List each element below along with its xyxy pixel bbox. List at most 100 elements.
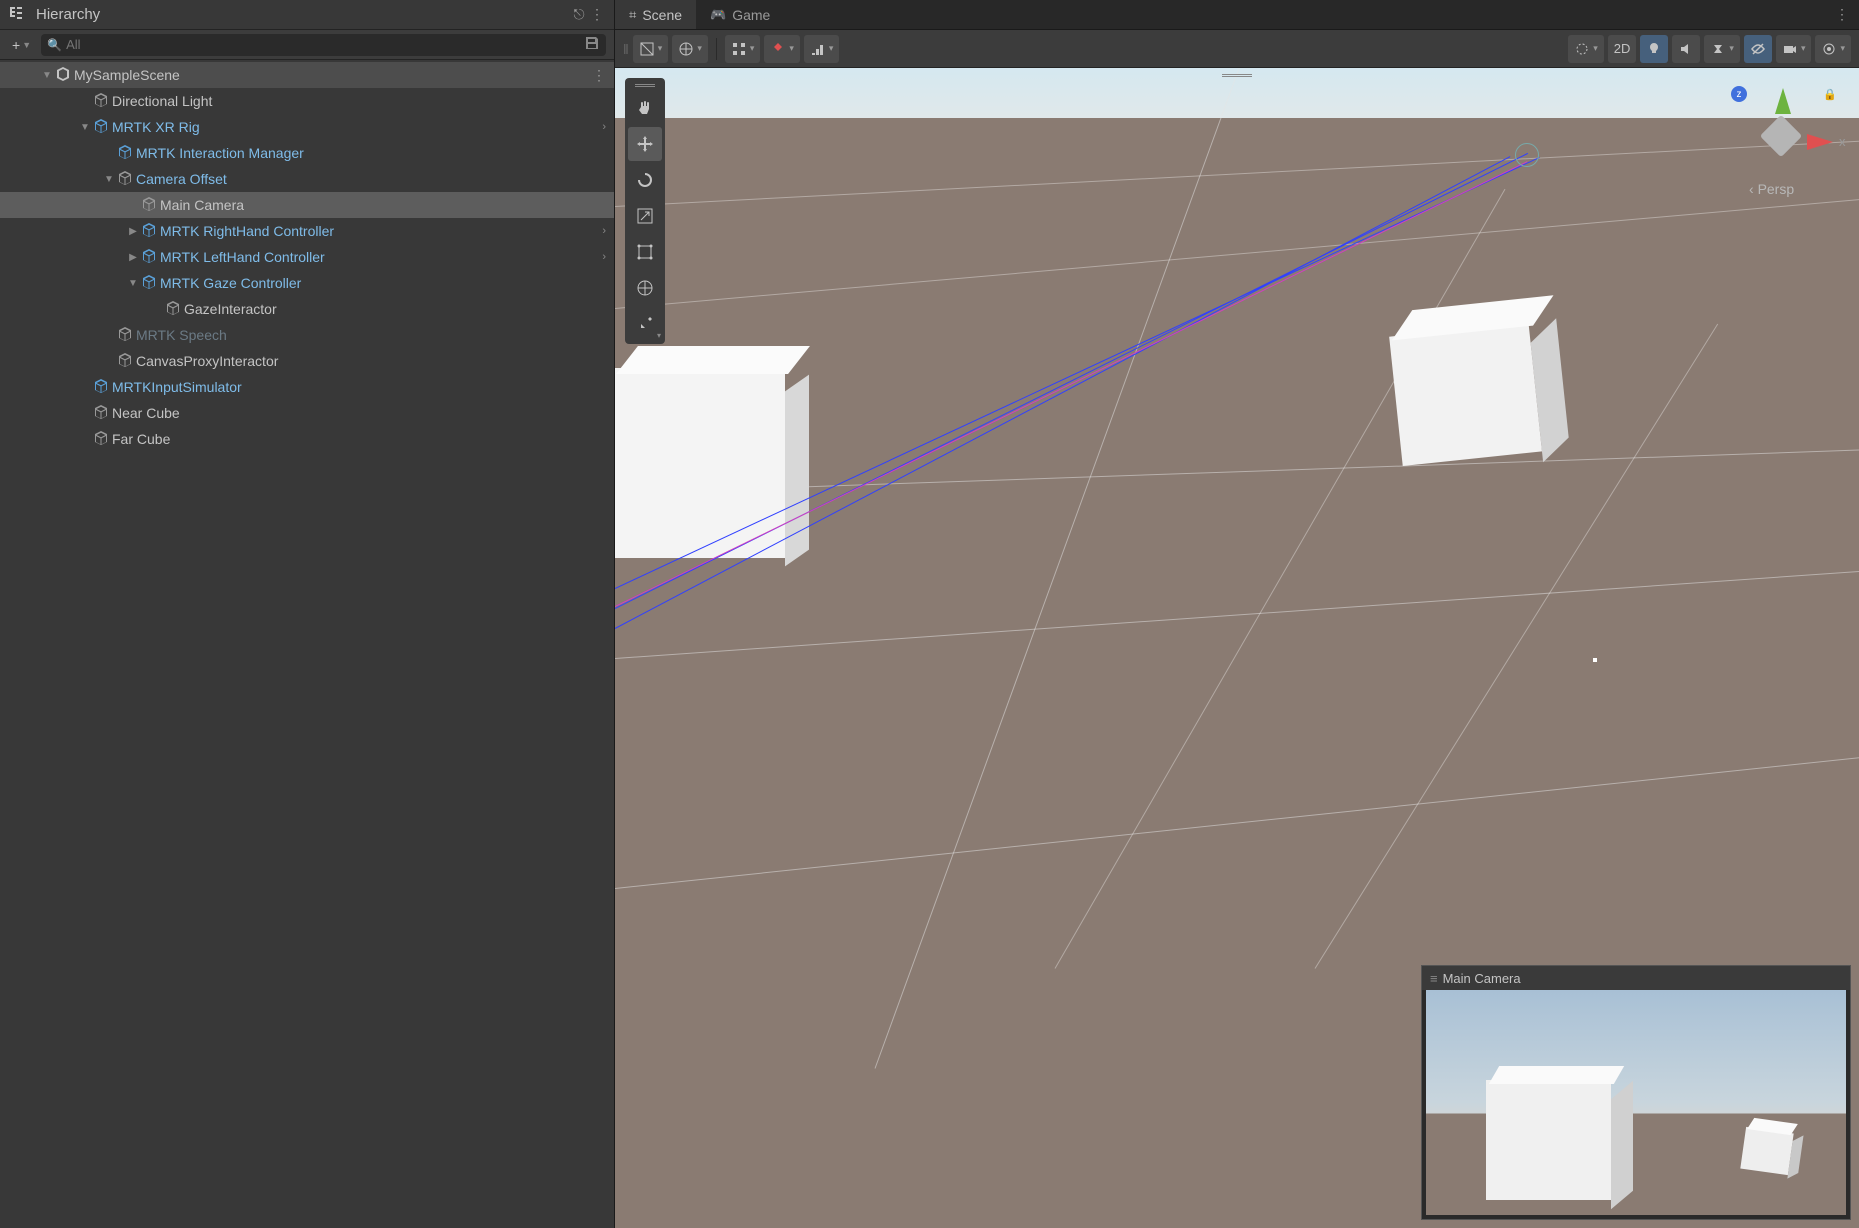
hierarchy-item[interactable]: MRTKInputSimulator: [0, 374, 614, 400]
hierarchy-item-label: Far Cube: [112, 431, 606, 447]
draw-mode-button[interactable]: [672, 35, 708, 63]
chevron-right-icon[interactable]: ›: [602, 121, 606, 133]
hierarchy-item[interactable]: ▶ MRTK RightHand Controller›: [0, 218, 614, 244]
gameobject-icon: [140, 196, 158, 215]
hierarchy-header: Hierarchy ⎋ ⋮: [0, 0, 614, 30]
scene-menu-icon[interactable]: ⋮: [592, 67, 606, 84]
hierarchy-item[interactable]: MRTK Speech: [0, 322, 614, 348]
fold-icon[interactable]: ▼: [126, 278, 140, 289]
tab-game[interactable]: 🎮 Game: [696, 0, 784, 29]
palette-drag-handle[interactable]: [628, 81, 662, 89]
rect-tool[interactable]: [628, 235, 662, 269]
game-icon: 🎮: [710, 7, 726, 23]
create-button[interactable]: + ▼: [8, 37, 35, 53]
camera-preview[interactable]: ≡ Main Camera: [1421, 965, 1851, 1220]
hierarchy-lock-icon[interactable]: ⎋: [570, 6, 588, 23]
gameobject-icon: [92, 92, 110, 111]
hand-tool[interactable]: [628, 91, 662, 125]
debug-draw-button[interactable]: [1568, 35, 1604, 63]
gizmo-lock-icon[interactable]: 🔒: [1823, 88, 1837, 101]
hierarchy-item-label: Directional Light: [112, 93, 606, 109]
gizmos-button[interactable]: [1815, 35, 1851, 63]
hierarchy-item[interactable]: CanvasProxyInteractor: [0, 348, 614, 374]
hierarchy-item-label: MRTK Interaction Manager: [136, 145, 606, 161]
camera-preview-header[interactable]: ≡ Main Camera: [1422, 966, 1850, 990]
visibility-button[interactable]: [1744, 35, 1772, 63]
scene-viewport[interactable]: 🔒 z x Persp ≡ Main Camera: [615, 68, 1859, 1228]
unity-icon: [54, 66, 72, 85]
camera-preview-body: [1426, 990, 1846, 1215]
rotate-tool[interactable]: [628, 163, 662, 197]
mode-2d-button[interactable]: 2D: [1608, 35, 1637, 63]
fold-icon[interactable]: ▼: [102, 174, 116, 185]
hierarchy-search[interactable]: 🔍: [41, 34, 606, 56]
grid-snap-button[interactable]: [725, 35, 761, 63]
search-input[interactable]: [66, 37, 584, 52]
hierarchy-item[interactable]: GazeInteractor: [0, 296, 614, 322]
hierarchy-item[interactable]: ▶ MRTK LeftHand Controller›: [0, 244, 614, 270]
search-save-icon[interactable]: [584, 35, 600, 54]
hierarchy-item[interactable]: ▼ MRTK Gaze Controller: [0, 270, 614, 296]
shading-mode-button[interactable]: [633, 35, 669, 63]
gaze-target-icon: [1515, 143, 1539, 167]
hierarchy-toolbar: + ▼ 🔍: [0, 30, 614, 60]
audio-button[interactable]: [1672, 35, 1700, 63]
hierarchy-item-label: Near Cube: [112, 405, 606, 421]
scale-tool[interactable]: [628, 199, 662, 233]
fold-icon[interactable]: ▶: [126, 252, 140, 263]
drag-bars-icon: ≡: [1430, 971, 1437, 986]
snap-increment-button[interactable]: [764, 35, 800, 63]
snap-settings-button[interactable]: [804, 35, 840, 63]
preview-near-cube: [1486, 1080, 1611, 1200]
axis-z-icon[interactable]: z: [1731, 86, 1747, 102]
prefab-icon: [92, 378, 110, 397]
search-icon: 🔍: [47, 38, 62, 52]
plus-icon: +: [12, 37, 20, 53]
transform-tool[interactable]: [628, 271, 662, 305]
fold-icon[interactable]: ▼: [40, 70, 54, 81]
tab-scene-label: Scene: [642, 7, 682, 23]
orientation-gizmo[interactable]: 🔒 z x Persp: [1731, 86, 1831, 196]
hierarchy-item[interactable]: Directional Light: [0, 88, 614, 114]
hierarchy-item[interactable]: MRTK Interaction Manager: [0, 140, 614, 166]
projection-toggle[interactable]: Persp: [1749, 181, 1794, 197]
scene-panel: ⌗ Scene 🎮 Game ⋮ ‖ 2D: [615, 0, 1859, 1228]
hierarchy-item[interactable]: Far Cube: [0, 426, 614, 452]
viewport-drag-handle[interactable]: [1222, 74, 1252, 78]
move-tool[interactable]: [628, 127, 662, 161]
lighting-button[interactable]: [1640, 35, 1668, 63]
camera-button[interactable]: [1776, 35, 1812, 63]
hierarchy-item[interactable]: ▼ MRTK XR Rig›: [0, 114, 614, 140]
axis-x-icon[interactable]: [1807, 134, 1833, 150]
gameobject-icon: [164, 300, 182, 319]
hierarchy-item-label: MRTK RightHand Controller: [160, 223, 602, 239]
hierarchy-icon: [8, 5, 30, 24]
hierarchy-tree: ▼ MySampleScene ⋮ Directional Light ▼ MRTK…: [0, 60, 614, 1228]
scene-tabs-menu-icon[interactable]: ⋮: [1825, 6, 1859, 23]
hierarchy-title: Hierarchy: [36, 6, 570, 23]
fold-icon[interactable]: ▼: [78, 122, 92, 133]
fx-button[interactable]: [1704, 35, 1740, 63]
prefab-icon: [140, 274, 158, 293]
chevron-right-icon[interactable]: ›: [602, 225, 606, 237]
scene-name: MySampleScene: [74, 67, 592, 83]
gameobject-icon: [116, 352, 134, 371]
gameobject-icon: [92, 404, 110, 423]
scene-row[interactable]: ▼ MySampleScene ⋮: [0, 62, 614, 88]
hierarchy-item-label: MRTK XR Rig: [112, 119, 602, 135]
chevron-right-icon[interactable]: ›: [602, 251, 606, 263]
hierarchy-item-label: CanvasProxyInteractor: [136, 353, 606, 369]
hierarchy-item[interactable]: Near Cube: [0, 400, 614, 426]
camera-preview-title: Main Camera: [1443, 971, 1521, 986]
tab-scene[interactable]: ⌗ Scene: [615, 0, 696, 29]
hierarchy-item[interactable]: Main Camera: [0, 192, 614, 218]
scene-icon: ⌗: [629, 7, 636, 23]
hierarchy-menu-icon[interactable]: ⋮: [588, 6, 606, 23]
hierarchy-item-label: MRTK LeftHand Controller: [160, 249, 602, 265]
fold-icon[interactable]: ▶: [126, 226, 140, 237]
hierarchy-item[interactable]: ▼Camera Offset: [0, 166, 614, 192]
hierarchy-item-label: MRTK Gaze Controller: [160, 275, 606, 291]
near-cube-mesh: [615, 338, 815, 568]
axis-y-icon[interactable]: [1775, 88, 1791, 114]
custom-tools[interactable]: [628, 307, 662, 341]
